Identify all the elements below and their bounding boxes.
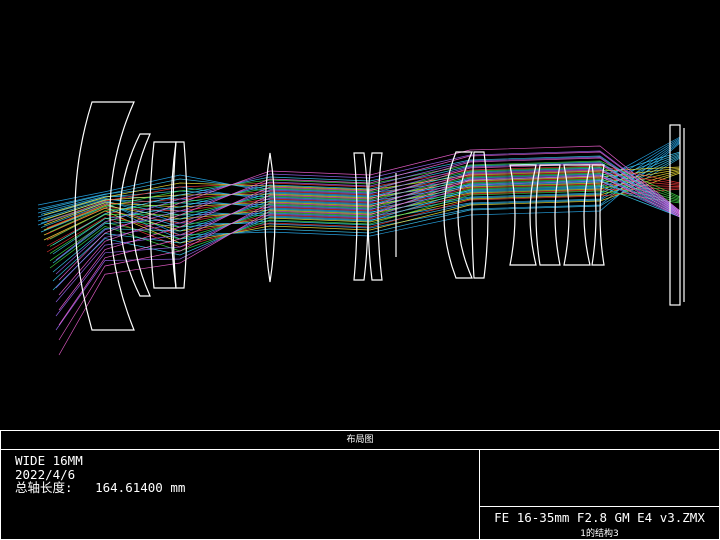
file-box: FE 16-35mm F2.8 GM E4 v3.ZMX 1的结构3 (480, 506, 719, 540)
lens-elements (74, 101, 685, 331)
info-panel: 布局图 WIDE 16MM 2022/4/6 总轴长度: 164.61400 m… (0, 430, 720, 540)
total-length-label: 总轴长度: 164.61400 mm (15, 480, 186, 495)
panel-title: 布局图 (1, 431, 719, 450)
file-name: FE 16-35mm F2.8 GM E4 v3.ZMX (494, 510, 705, 525)
file-info: FE 16-35mm F2.8 GM E4 v3.ZMX 1的结构3 (480, 450, 719, 539)
config-label: 1的结构3 (580, 529, 619, 539)
config-name: WIDE 16MM (15, 453, 83, 468)
date-label: 2022/4/6 (15, 466, 76, 482)
lens-layout-diagram (37, 101, 685, 356)
system-info: WIDE 16MM 2022/4/6 总轴长度: 164.61400 mm (1, 450, 480, 539)
